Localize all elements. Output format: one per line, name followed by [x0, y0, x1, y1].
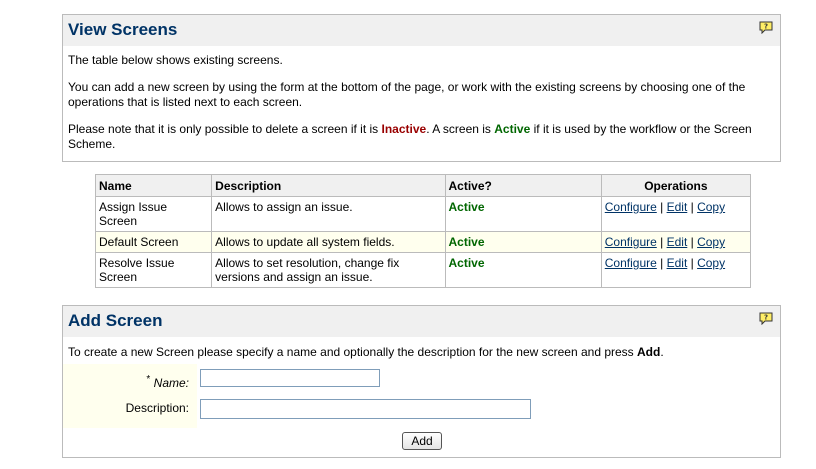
configure-link[interactable]: Configure	[605, 256, 657, 270]
configure-link[interactable]: Configure	[605, 235, 657, 249]
separator: |	[690, 256, 694, 270]
add-button[interactable]: Add	[402, 432, 442, 450]
active-column-header: Active?	[444, 174, 602, 197]
name-label: * Name:	[63, 373, 197, 390]
table-row: Assign Issue Screen Allows to assign an …	[94, 196, 752, 232]
description-label: Description:	[125, 401, 189, 415]
copy-link[interactable]: Copy	[697, 200, 725, 214]
add-screen-header: Add Screen ?	[63, 306, 780, 337]
separator: |	[660, 200, 664, 214]
separator: |	[660, 235, 664, 249]
table-row: Default Screen Allows to update all syst…	[94, 231, 752, 253]
add-intro-bold: Add	[637, 345, 661, 359]
copy-link[interactable]: Copy	[697, 256, 725, 270]
screen-operations: Configure | Edit | Copy	[600, 196, 752, 232]
screen-name: Resolve Issue Screen	[94, 252, 213, 288]
view-instructions-text: You can add a new screen by using the fo…	[68, 80, 746, 109]
name-column-header: Name	[94, 174, 213, 197]
add-screen-intro: To create a new Screen please specify a …	[68, 345, 664, 360]
help-icon[interactable]: ?	[759, 312, 773, 325]
name-input[interactable]	[200, 369, 380, 387]
help-icon[interactable]: ?	[759, 21, 773, 34]
add-screen-panel: Add Screen ? To create a new Screen plea…	[62, 305, 781, 458]
add-intro-prefix: To create a new Screen please specify a …	[68, 345, 637, 359]
view-screens-body: The table below shows existing screens. …	[63, 46, 780, 152]
configure-link[interactable]: Configure	[605, 200, 657, 214]
edit-link[interactable]: Edit	[667, 200, 688, 214]
screen-description: Allows to update all system fields.	[211, 231, 446, 253]
screen-name: Default Screen	[94, 231, 213, 253]
screen-status: Active	[444, 252, 602, 288]
svg-text:?: ?	[764, 23, 768, 31]
name-label-text: Name:	[153, 376, 189, 390]
add-intro-suffix: .	[660, 345, 664, 359]
note-prefix: Please note that it is only possible to …	[68, 122, 382, 136]
operations-column-header: Operations	[600, 174, 752, 197]
note-middle: . A screen is	[426, 122, 495, 136]
view-intro-text: The table below shows existing screens.	[68, 53, 283, 67]
table-row: Resolve Issue Screen Allows to set resol…	[94, 252, 752, 288]
copy-link[interactable]: Copy	[697, 235, 725, 249]
add-screen-form: * Name: Description: Add	[63, 364, 780, 458]
add-screen-title: Add Screen	[68, 311, 163, 330]
separator: |	[690, 235, 694, 249]
screen-status: Active	[444, 231, 602, 253]
description-column-header: Description	[211, 174, 446, 197]
table-header-row: Name Description Active? Operations	[94, 174, 752, 197]
view-screens-panel: View Screens ? The table below shows exi…	[62, 14, 781, 162]
view-screens-header: View Screens ?	[63, 15, 780, 46]
screen-description: Allows to assign an issue.	[211, 196, 446, 232]
form-label-column: * Name: Description:	[63, 364, 197, 428]
description-input[interactable]	[200, 399, 531, 419]
screen-description: Allows to set resolution, change fix ver…	[211, 252, 446, 288]
separator: |	[690, 200, 694, 214]
view-screens-title: View Screens	[68, 20, 178, 39]
screens-table: Name Description Active? Operations Assi…	[94, 174, 752, 288]
screen-operations: Configure | Edit | Copy	[600, 231, 752, 253]
required-mark: *	[146, 374, 151, 385]
svg-text:?: ?	[764, 314, 768, 322]
screen-status: Active	[444, 196, 602, 232]
inactive-label: Inactive	[381, 122, 427, 136]
separator: |	[660, 256, 664, 270]
edit-link[interactable]: Edit	[667, 235, 688, 249]
screen-operations: Configure | Edit | Copy	[600, 252, 752, 288]
active-label: Active	[494, 122, 531, 136]
screen-name: Assign Issue Screen	[94, 196, 213, 232]
view-note-text: Please note that it is only possible to …	[63, 122, 780, 152]
edit-link[interactable]: Edit	[667, 256, 688, 270]
